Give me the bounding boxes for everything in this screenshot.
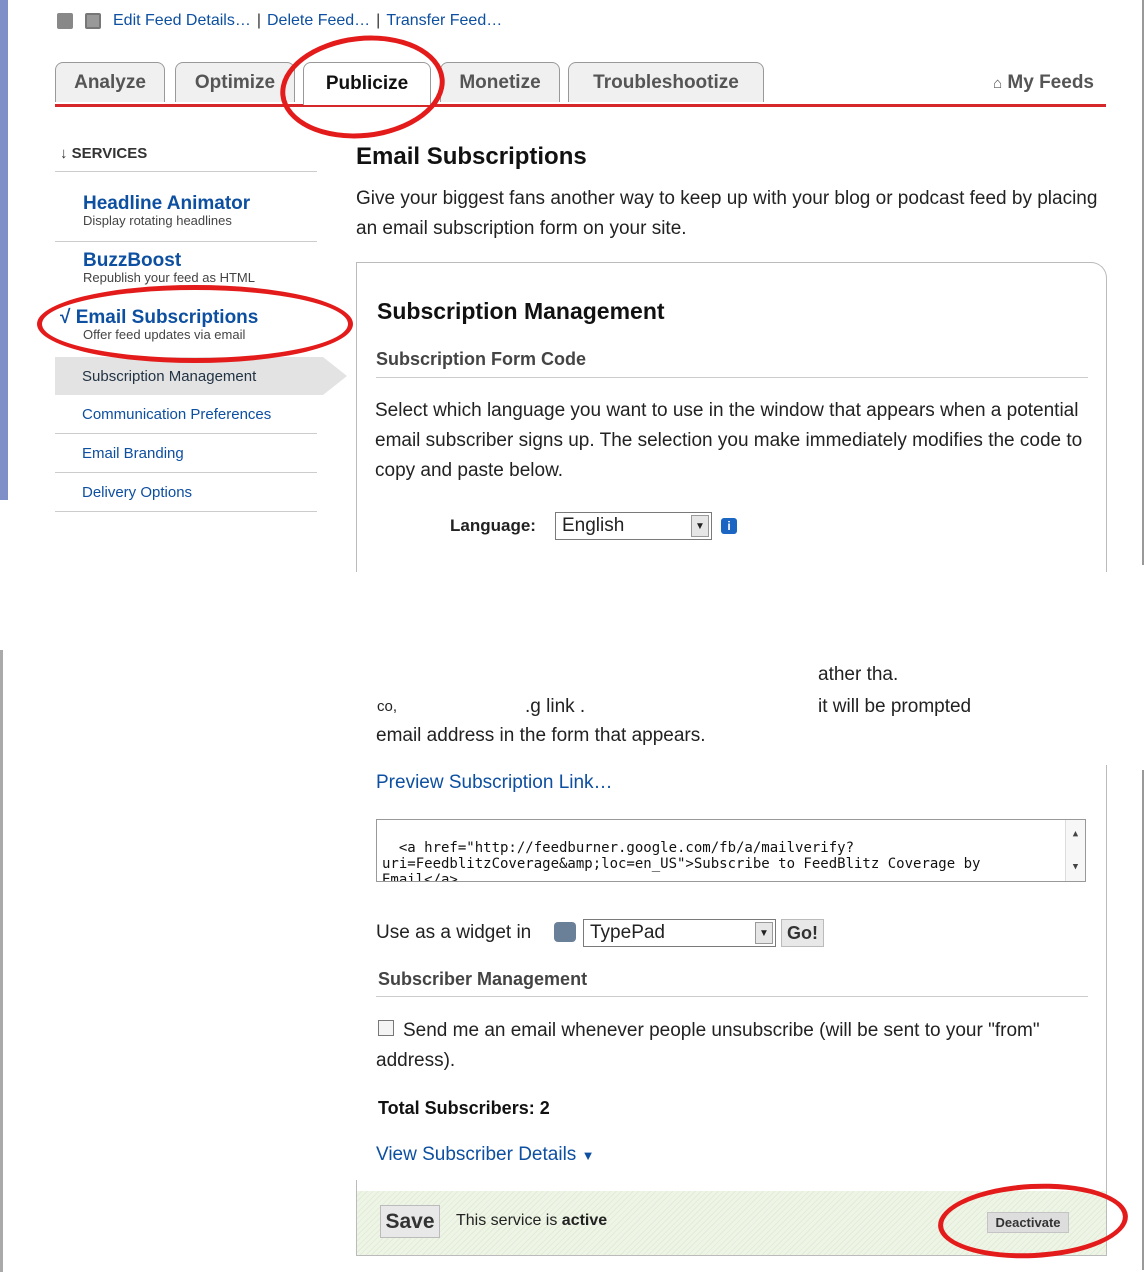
form-code-heading: Subscription Form Code	[376, 349, 587, 369]
service-title: √ Email Subscriptions	[60, 307, 259, 328]
intro-text: Give your biggest fans another way to ke…	[356, 188, 1098, 239]
widget-platform-select[interactable]: TypePad ▼	[583, 919, 776, 947]
delete-feed-link[interactable]: Delete Feed…	[267, 12, 370, 30]
save-button[interactable]: Save	[380, 1205, 440, 1238]
scroll-up-icon: ▲	[1072, 829, 1079, 839]
page-title: Email Subscriptions	[356, 143, 587, 170]
subscriber-management-heading: Subscriber Management	[378, 969, 588, 989]
subnav-subscription-management[interactable]: Subscription Management	[55, 357, 347, 395]
my-feeds-link[interactable]: ⌂ My Feeds	[993, 72, 1094, 94]
preview-subscription-link[interactable]: Preview Subscription Link…	[376, 772, 613, 794]
subscription-code-textarea[interactable]: <a href="http://feedburner.google.com/fb…	[376, 819, 1086, 882]
scrollbar[interactable]: ▲ ▼	[1065, 820, 1085, 881]
tab-optimize[interactable]: Optimize	[175, 62, 295, 102]
service-desc: Republish your feed as HTML	[83, 270, 255, 285]
divider	[55, 511, 317, 512]
left-edge	[0, 0, 8, 500]
typepad-icon	[554, 922, 576, 942]
partial-text: .g link .	[525, 696, 586, 717]
section-rule	[376, 996, 1088, 997]
edit-feed-link[interactable]: Edit Feed Details…	[113, 12, 251, 30]
language-instructions: Select which language you want to use in…	[375, 400, 1083, 481]
tab-publicize[interactable]: Publicize	[303, 62, 431, 105]
partial-text: it will be prompted	[818, 696, 972, 717]
divider	[55, 241, 317, 242]
separator: |	[376, 12, 381, 29]
chevron-down-icon: ▼	[755, 922, 773, 944]
service-status: This service is active	[456, 1212, 608, 1229]
partial-text: co,	[377, 698, 398, 715]
left-edge	[0, 650, 3, 1272]
service-title: Headline Animator	[83, 193, 251, 214]
tab-monetize[interactable]: Monetize	[440, 62, 560, 102]
separator: |	[256, 12, 261, 29]
service-title: BuzzBoost	[83, 250, 182, 271]
partial-text: ather tha.	[818, 664, 899, 685]
home-icon: ⌂	[993, 75, 1003, 92]
card-title: Subscription Management	[377, 298, 665, 324]
services-heading: ↓ SERVICES	[60, 145, 148, 162]
deactivate-button[interactable]: Deactivate	[987, 1212, 1069, 1233]
transfer-feed-link[interactable]: Transfer Feed…	[386, 12, 502, 30]
tab-troubleshootize[interactable]: Troubleshootize	[568, 62, 764, 102]
total-subscribers: Total Subscribers: 2	[378, 1098, 550, 1118]
chevron-down-icon: ▼	[691, 515, 709, 537]
divider	[55, 171, 317, 172]
unsubscribe-label: Send me an email whenever people unsubsc…	[376, 1020, 1040, 1071]
tab-analyze[interactable]: Analyze	[55, 62, 165, 102]
language-label: Language:	[450, 516, 536, 535]
feed-actions: Edit Feed Details… | Delete Feed… | Tran…	[57, 12, 502, 30]
service-desc: Display rotating headlines	[83, 213, 232, 228]
caret-down-icon: ▼	[581, 1148, 595, 1163]
go-button[interactable]: Go!	[781, 919, 824, 947]
window-icon	[85, 13, 101, 29]
subnav-communication-preferences[interactable]: Communication Preferences	[55, 395, 317, 433]
tab-bar: Analyze Optimize Publicize Monetize Trou…	[55, 62, 1106, 107]
right-edge	[1142, 0, 1144, 565]
subnav-delivery-options[interactable]: Delivery Options	[55, 473, 317, 511]
status-value: active	[561, 1212, 608, 1229]
section-rule	[376, 377, 1088, 378]
language-select[interactable]: English ▼	[555, 512, 712, 540]
service-email-subscriptions[interactable]: √ Email Subscriptions Offer feed updates…	[60, 308, 258, 342]
info-icon[interactable]: i	[721, 518, 737, 534]
right-edge	[1142, 770, 1144, 1270]
rss-icon	[57, 13, 73, 29]
widget-label: Use as a widget in	[376, 922, 532, 943]
service-headline-animator[interactable]: Headline Animator Display rotating headl…	[83, 194, 250, 228]
scroll-down-icon: ▼	[1072, 862, 1079, 872]
subnav-email-branding[interactable]: Email Branding	[55, 434, 317, 472]
partial-text: email address in the form that appears.	[376, 725, 706, 746]
service-desc: Offer feed updates via email	[83, 327, 246, 342]
view-subscriber-details-link[interactable]: View Subscriber Details ▼	[376, 1144, 594, 1166]
service-buzzboost[interactable]: BuzzBoost Republish your feed as HTML	[83, 251, 255, 285]
